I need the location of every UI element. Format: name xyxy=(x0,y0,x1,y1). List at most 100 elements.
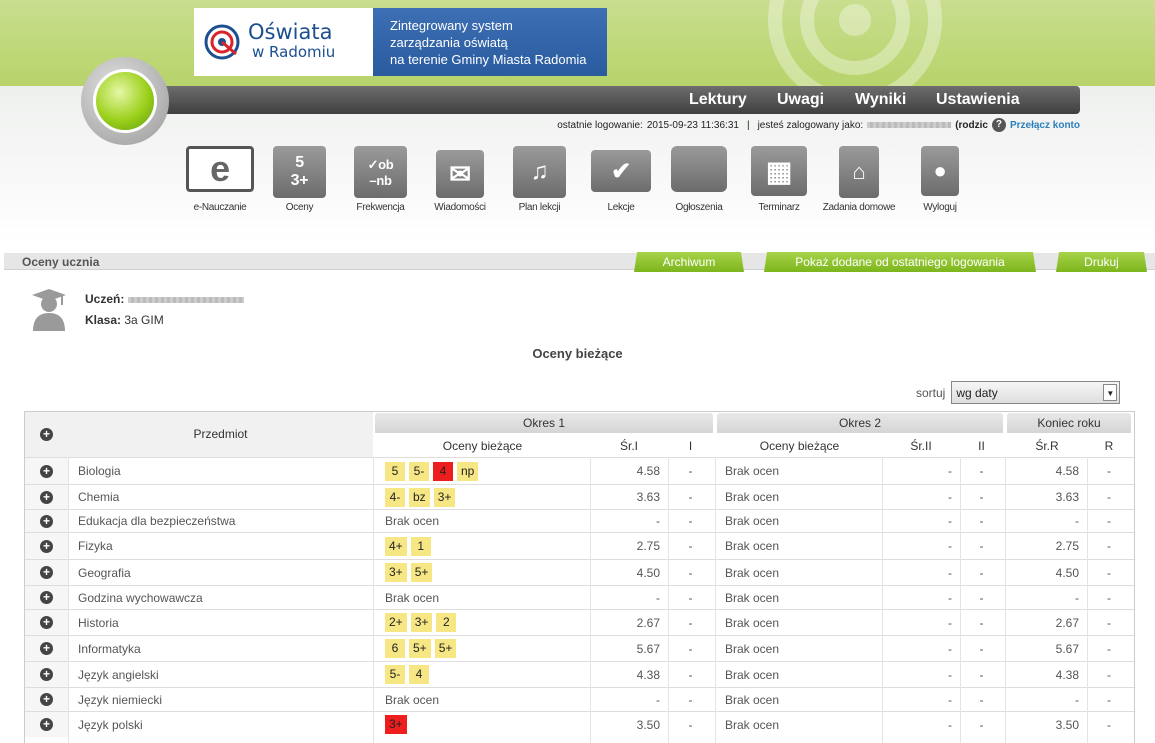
cell-f2: - xyxy=(979,615,984,630)
icon-ogloszenia[interactable]: Ogłoszenia xyxy=(670,146,728,213)
cell-avgR: - xyxy=(1075,692,1079,707)
header-subject: Przedmiot xyxy=(68,412,373,457)
expand-row-icon[interactable]: + xyxy=(40,693,53,706)
grade-badge[interactable]: 3+ xyxy=(410,613,433,632)
grade-badge[interactable]: 4+ xyxy=(385,536,407,556)
logo[interactable]: Oświata w Radomiu Zintegrowany system za… xyxy=(194,8,607,76)
column-divider xyxy=(1005,457,1006,743)
subject-name: Edukacja dla bezpieczeństwa xyxy=(78,514,236,528)
cell-p2: Brak ocen xyxy=(725,667,780,682)
grade-badge[interactable]: 3+ xyxy=(385,563,407,582)
grade-badge[interactable]: 5+ xyxy=(410,563,433,582)
current-grades: Brak ocen xyxy=(385,514,440,528)
show-new-since-login-button[interactable]: Pokaż dodane od ostatniego logowania xyxy=(764,252,1036,272)
icon-terminarz[interactable]: ▦ Terminarz xyxy=(750,146,808,213)
cell-avg2: - xyxy=(948,539,952,553)
grade-badge[interactable]: 2+ xyxy=(385,613,407,632)
switch-account-link[interactable]: Przełącz konto xyxy=(1010,120,1080,131)
expand-row-icon[interactable]: + xyxy=(40,616,53,629)
grade-badge[interactable]: 4 xyxy=(409,665,429,684)
icon-e-nauczanie[interactable]: e e-Nauczanie xyxy=(184,146,256,213)
cell-f1: - xyxy=(688,667,693,682)
cell-p2: Brak ocen xyxy=(725,565,780,580)
column-divider xyxy=(960,457,961,743)
grade-badge[interactable]: 4- xyxy=(385,487,405,507)
expand-row-icon[interactable]: + xyxy=(40,591,53,604)
expand-row-icon[interactable]: + xyxy=(40,642,53,655)
archive-button[interactable]: Archiwum xyxy=(634,252,744,272)
cell-avgR: 5.67 xyxy=(1055,641,1079,656)
student-class-value: 3a GIM xyxy=(124,313,164,327)
icon-zadania-domowe[interactable]: ⌂ Zadania domowe xyxy=(823,146,896,213)
expand-row-icon[interactable]: + xyxy=(40,668,53,681)
grade-badge[interactable]: 2 xyxy=(436,613,457,632)
print-button[interactable]: Drukuj xyxy=(1056,252,1147,272)
expand-all-icon[interactable]: + xyxy=(40,428,53,441)
cell-avg2: - xyxy=(948,692,952,707)
header-expand-all[interactable]: + xyxy=(25,412,68,457)
grade-badge[interactable]: 5- xyxy=(409,461,429,481)
table-row: + Język niemiecki Brak ocen - - Brak ocen - - - - xyxy=(25,687,1134,711)
cell-f2: - xyxy=(979,539,984,553)
grade-badge[interactable]: 5- xyxy=(385,665,405,684)
grade-badge[interactable]: 3+ xyxy=(385,715,407,734)
cell-avg2: - xyxy=(948,667,952,682)
cell-f1: - xyxy=(688,565,693,580)
grade-badge[interactable]: np xyxy=(457,461,479,481)
sort-control: sortuj wg daty ▼ xyxy=(916,381,1121,404)
header-avg1: Śr.I xyxy=(619,439,638,453)
chevron-down-icon[interactable]: ▼ xyxy=(1103,384,1118,401)
cell-f2: - xyxy=(979,514,984,528)
header-final2: II xyxy=(978,439,985,453)
sort-select[interactable]: wg daty ▼ xyxy=(951,381,1121,404)
cell-p2: Brak ocen xyxy=(725,590,780,605)
expand-row-icon[interactable]: + xyxy=(40,464,53,478)
icon-frekwencja[interactable]: ✓ob –nb Frekwencja xyxy=(353,146,408,213)
grades-table: + Przedmiot Okres 1 Okres 2 Koniec roku … xyxy=(24,411,1135,743)
calendar-icon: ▦ xyxy=(751,146,807,196)
grade-badge[interactable]: 6 xyxy=(385,639,405,658)
grade-badge[interactable]: 1 xyxy=(410,536,431,556)
cell-fR: - xyxy=(1107,615,1111,630)
icon-wyloguj[interactable]: ● Wyloguj xyxy=(914,146,966,213)
grade-badge[interactable]: 3+ xyxy=(433,487,456,507)
menu-uwagi[interactable]: Uwagi xyxy=(777,91,824,109)
cell-f2: - xyxy=(979,490,984,504)
attendance-icon: ✓ob –nb xyxy=(354,146,407,198)
icon-oceny[interactable]: 5 3+ Oceny xyxy=(272,146,327,213)
column-divider xyxy=(1087,457,1088,743)
grade-badge[interactable]: 5 xyxy=(385,461,405,481)
expand-row-icon[interactable]: + xyxy=(40,490,53,504)
expand-row-icon[interactable]: + xyxy=(40,566,53,579)
grade-badge[interactable]: 5+ xyxy=(434,639,457,658)
menu-lektury[interactable]: Lektury xyxy=(689,91,747,109)
expand-row-icon[interactable]: + xyxy=(40,539,53,553)
cell-avg1: 4.38 xyxy=(636,667,660,682)
expand-row-icon[interactable]: + xyxy=(40,514,53,528)
menu-ustawienia[interactable]: Ustawienia xyxy=(936,91,1020,109)
header-year-end: Koniec roku xyxy=(1007,413,1131,433)
menu-wyniki[interactable]: Wyniki xyxy=(855,91,906,109)
column-divider xyxy=(668,457,669,743)
icon-plan-lekcji[interactable]: ♫ Plan lekcji xyxy=(512,146,567,213)
icon-wiadomosci[interactable]: ✉ Wiadomości xyxy=(434,146,486,213)
grade-badge[interactable]: bz xyxy=(409,487,430,507)
cell-f2: - xyxy=(979,590,984,605)
icon-lekcje[interactable]: ✔ Lekcje xyxy=(590,146,652,213)
cell-avg2: - xyxy=(948,490,952,504)
help-icon[interactable]: ? xyxy=(991,118,1006,132)
cell-avg1: - xyxy=(656,514,660,528)
cell-f2: - xyxy=(979,641,984,656)
expand-row-icon[interactable]: + xyxy=(40,718,53,731)
section-title: Oceny ucznia xyxy=(22,255,100,269)
student-name-redacted xyxy=(127,296,244,303)
cell-f2: - xyxy=(979,717,984,732)
table-row: + Informatyka 6 5+ 5+ 5.67- Brak ocen - -5.67- xyxy=(25,635,1134,661)
sort-label: sortuj xyxy=(916,385,946,400)
table-row: + Geografia 3+ 5+ 4.50 - Brak ocen - - 4.50 - xyxy=(25,559,1134,585)
table-row: + Edukacja dla bezpieczeństwa Brak ocen - - B… xyxy=(25,509,1134,532)
grade-badge[interactable]: 5+ xyxy=(409,639,431,658)
grade-badge[interactable]: 4 xyxy=(433,461,453,481)
header-p2-current: Oceny bieżące xyxy=(759,439,840,453)
cell-f1: - xyxy=(688,464,693,478)
